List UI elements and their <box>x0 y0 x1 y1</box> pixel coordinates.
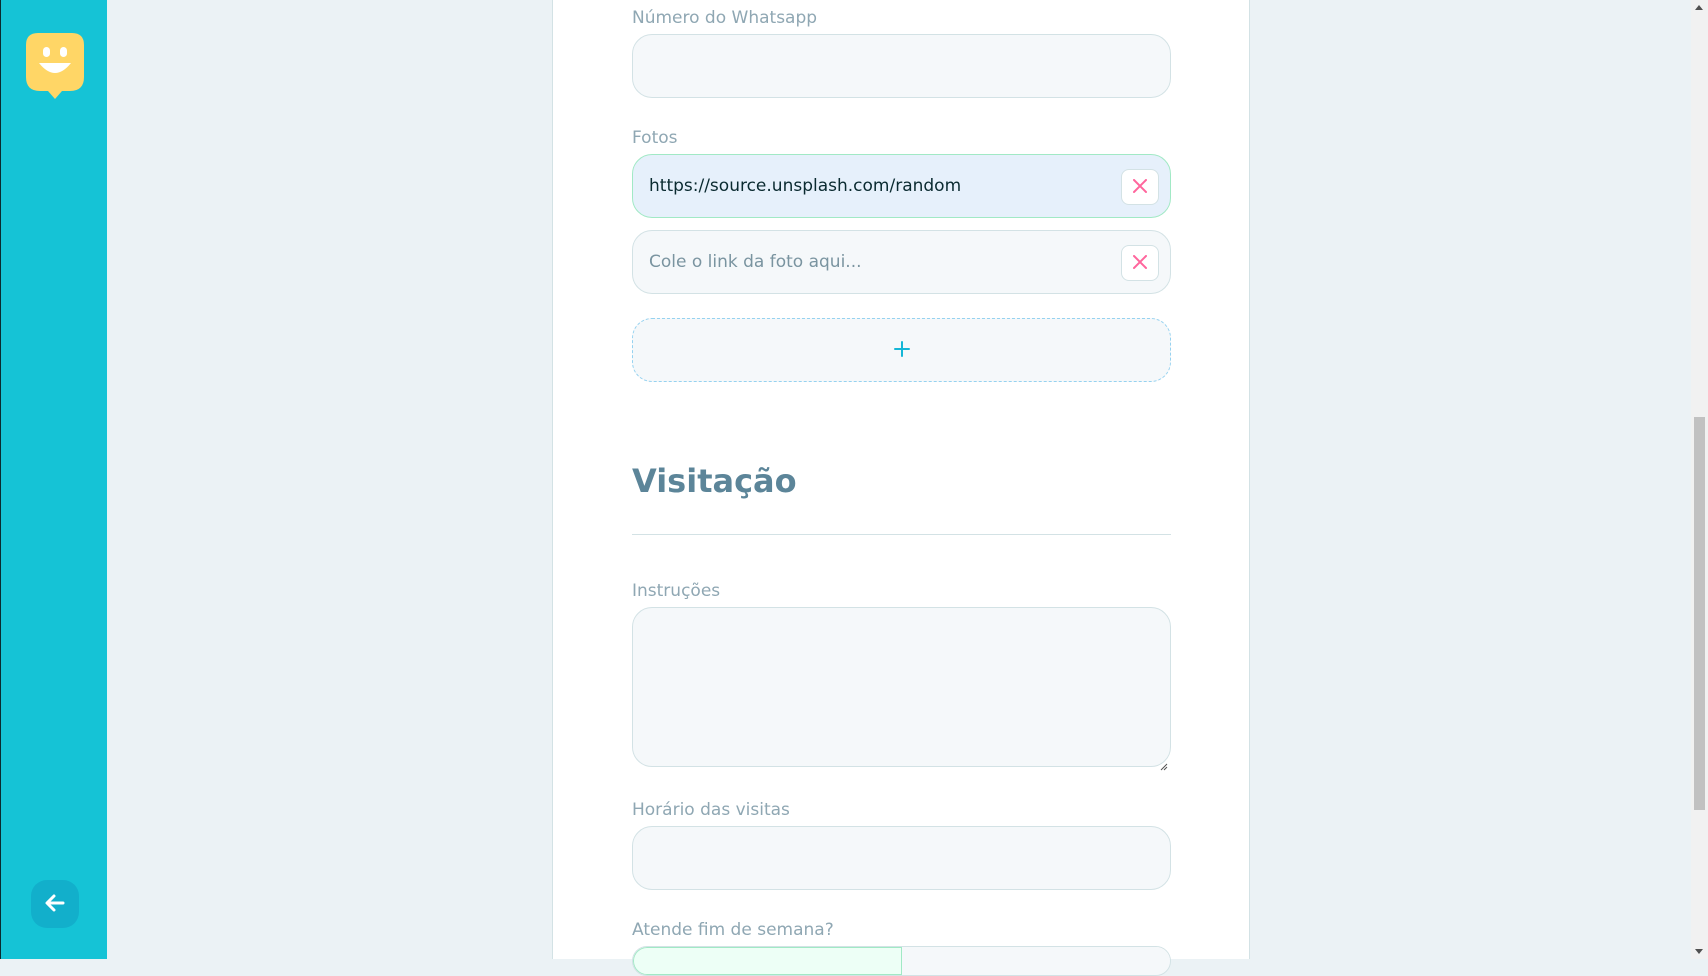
weekends-no-button[interactable] <box>901 947 1170 975</box>
scroll-up-icon[interactable] <box>1695 5 1703 10</box>
visit-hours-input[interactable] <box>632 826 1171 890</box>
scroll-down-icon[interactable] <box>1695 949 1703 954</box>
happy-logo-icon[interactable] <box>26 33 84 99</box>
photos-label: Fotos <box>632 128 678 148</box>
sidebar <box>0 0 107 959</box>
photo-url-input[interactable]: Cole o link da foto aqui... <box>632 230 1171 294</box>
plus-icon <box>893 340 911 361</box>
whatsapp-input[interactable] <box>632 34 1171 98</box>
open-on-weekends-label: Atende fim de semana? <box>632 920 834 940</box>
whatsapp-label: Número do Whatsapp <box>632 8 818 28</box>
photo-url-placeholder: Cole o link da foto aqui... <box>649 252 862 272</box>
remove-photo-button[interactable] <box>1121 245 1159 281</box>
open-on-weekends-toggle <box>632 946 1171 976</box>
add-photo-button[interactable] <box>632 318 1171 382</box>
remove-photo-button[interactable] <box>1121 169 1159 205</box>
scrollbar-thumb[interactable] <box>1694 417 1705 810</box>
weekends-yes-button[interactable] <box>633 947 902 975</box>
section-title-visitation: Visitação <box>632 462 797 500</box>
main-content: Número do Whatsapp Fotos https://source.… <box>107 0 1708 976</box>
vertical-scrollbar[interactable] <box>1691 0 1708 959</box>
instructions-label: Instruções <box>632 581 721 601</box>
resize-grip-icon[interactable] <box>1160 756 1168 771</box>
close-icon <box>1133 178 1147 196</box>
section-divider <box>632 534 1171 535</box>
instructions-textarea[interactable] <box>632 607 1171 771</box>
photo-url-input[interactable]: https://source.unsplash.com/random <box>632 154 1171 218</box>
close-icon <box>1133 254 1147 272</box>
arrow-left-icon <box>44 892 66 917</box>
visit-hours-label: Horário das visitas <box>632 800 790 820</box>
create-orphanage-form: Número do Whatsapp Fotos https://source.… <box>552 0 1250 976</box>
photo-url-value: https://source.unsplash.com/random <box>649 176 962 196</box>
back-button[interactable] <box>31 880 79 928</box>
